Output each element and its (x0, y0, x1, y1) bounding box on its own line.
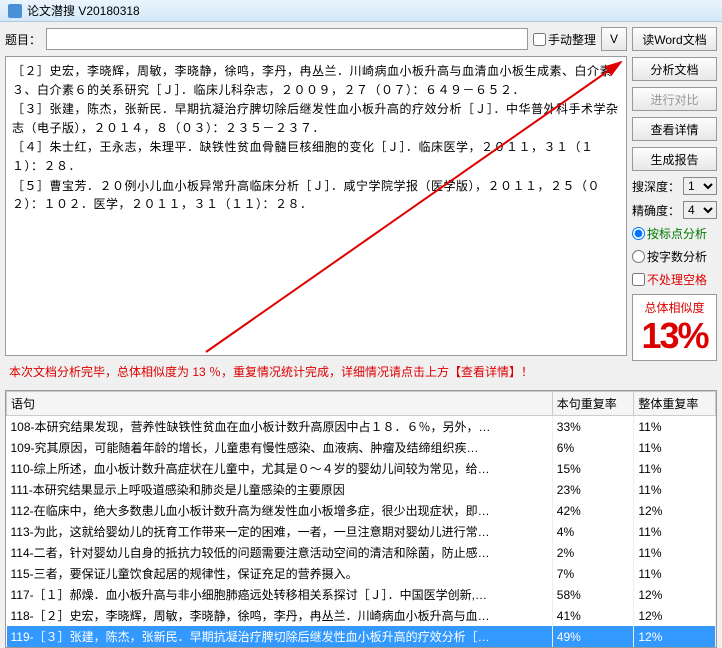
app-icon (8, 4, 22, 18)
cell-sentence: 119-［３］张建，陈杰，张新民．早期抗凝治疗脾切除后继发性血小板升高的疗效分析… (7, 626, 553, 647)
cell-rate1: 4% (552, 521, 634, 542)
table-row[interactable]: 108-本研究结果发现，营养性缺铁性贫血在血小板计数升高原因中占１８．６％，另外… (7, 416, 716, 438)
compare-button[interactable]: 进行对比 (632, 87, 717, 111)
col-rate2[interactable]: 整体重复率 (634, 392, 716, 416)
cell-rate1: 33% (552, 416, 634, 438)
status-message: 本次文档分析完毕，总体相似度为 13 ％，重复情况统计完成，详细情况请点击上方【… (5, 361, 627, 382)
ignore-space-label: 不处理空格 (647, 271, 707, 288)
read-word-button[interactable]: 读Word文档 (632, 27, 717, 51)
cell-rate1: 49% (552, 626, 634, 647)
cell-sentence: 110-综上所述，血小板计数升高症状在儿童中，尤其是０～４岁的婴幼儿间较为常见，… (7, 458, 553, 479)
cell-sentence: 111-本研究结果显示上呼吸道感染和肺炎是儿童感染的主要原因 (7, 479, 553, 500)
cell-rate2: 11% (634, 479, 716, 500)
table-row[interactable]: 118-［２］史宏，李晓辉，周敏，李晓静，徐鸣，李丹，冉丛兰．川崎病血小板升高与… (7, 605, 716, 626)
window-title: 论文潜搜 V20180318 (27, 2, 140, 19)
similarity-value: 13% (637, 316, 712, 356)
results-table: 语句 本句重复率 整体重复率 108-本研究结果发现，营养性缺铁性贫血在血小板计… (6, 391, 716, 647)
col-sentence[interactable]: 语句 (7, 392, 553, 416)
table-row[interactable]: 117-［１］郝燥．血小板升高与非小细胞肺癌远处转移相关系探讨［Ｊ］．中国医学创… (7, 584, 716, 605)
cell-rate2: 11% (634, 437, 716, 458)
cell-rate2: 11% (634, 563, 716, 584)
table-row[interactable]: 110-综上所述，血小板计数升高症状在儿童中，尤其是０～４岁的婴幼儿间较为常见，… (7, 458, 716, 479)
table-row[interactable]: 119-［３］张建，陈杰，张新民．早期抗凝治疗脾切除后继发性血小板升高的疗效分析… (7, 626, 716, 647)
col-rate1[interactable]: 本句重复率 (552, 392, 634, 416)
table-row[interactable]: 109-究其原因，可能随着年龄的增长，儿童患有慢性感染、血液病、肿瘤及结缔组织疾… (7, 437, 716, 458)
reference-line: ［３］张建，陈杰，张新民．早期抗凝治疗脾切除后继发性血小板升高的疗效分析［Ｊ］．… (12, 100, 620, 137)
cell-rate2: 11% (634, 416, 716, 438)
v-button[interactable]: V (601, 27, 627, 51)
table-row[interactable]: 111-本研究结果显示上呼吸道感染和肺炎是儿童感染的主要原因23%11% (7, 479, 716, 500)
by-punct-radio[interactable]: 按标点分析 (632, 225, 717, 242)
manual-sort-checkbox[interactable]: 手动整理 (533, 31, 596, 48)
reference-line: ［５］曹宝芳．２０例小儿血小板异常升高临床分析［Ｊ］．咸宁学院学报（医学版），２… (12, 177, 620, 214)
cell-sentence: 112-在临床中，绝大多数患儿血小板计数升高为继发性血小板增多症，很少出现症状，… (7, 500, 553, 521)
cell-rate2: 11% (634, 458, 716, 479)
report-button[interactable]: 生成报告 (632, 147, 717, 171)
cell-sentence: 118-［２］史宏，李晓辉，周敏，李晓静，徐鸣，李丹，冉丛兰．川崎病血小板升高与… (7, 605, 553, 626)
reference-line: ［２］史宏，李晓辉，周敏，李晓静，徐鸣，李丹，冉丛兰．川崎病血小板升高与血清血小… (12, 62, 620, 99)
cell-rate1: 58% (552, 584, 634, 605)
cell-rate2: 12% (634, 626, 716, 647)
by-punct-label: 按标点分析 (647, 225, 707, 242)
cell-sentence: 115-三者，要保证儿童饮食起居的规律性，保证充足的营养摄入。 (7, 563, 553, 584)
cell-sentence: 108-本研究结果发现，营养性缺铁性贫血在血小板计数升高原因中占１８．６％，另外… (7, 416, 553, 438)
cell-rate1: 42% (552, 500, 634, 521)
table-row[interactable]: 115-三者，要保证儿童饮食起居的规律性，保证充足的营养摄入。7%11% (7, 563, 716, 584)
cell-rate2: 11% (634, 542, 716, 563)
table-row[interactable]: 113-为此，这就给婴幼儿的抚育工作带来一定的困难，一者，一旦注意期对婴幼儿进行… (7, 521, 716, 542)
reference-line: ［４］朱士红，王永志，朱理平．缺铁性贫血骨髓巨核细胞的变化［Ｊ］．临床医学，２０… (12, 138, 620, 175)
cell-rate1: 7% (552, 563, 634, 584)
ignore-space-checkbox[interactable]: 不处理空格 (632, 271, 717, 288)
cell-sentence: 117-［１］郝燥．血小板升高与非小细胞肺癌远处转移相关系探讨［Ｊ］．中国医学创… (7, 584, 553, 605)
details-button[interactable]: 查看详情 (632, 117, 717, 141)
cell-sentence: 113-为此，这就给婴幼儿的抚育工作带来一定的困难，一者，一旦注意期对婴幼儿进行… (7, 521, 553, 542)
cell-rate2: 12% (634, 605, 716, 626)
cell-rate1: 15% (552, 458, 634, 479)
cell-rate2: 12% (634, 584, 716, 605)
manual-sort-label: 手动整理 (548, 31, 596, 48)
table-row[interactable]: 112-在临床中，绝大多数患儿血小板计数升高为继发性血小板增多症，很少出现症状，… (7, 500, 716, 521)
cell-sentence: 114-二者，针对婴幼儿自身的抵抗力较低的问题需要注意活动空间的清洁和除菌，防止… (7, 542, 553, 563)
table-row[interactable]: 114-二者，针对婴幼儿自身的抵抗力较低的问题需要注意活动空间的清洁和除菌，防止… (7, 542, 716, 563)
similarity-panel: 总体相似度 13% (632, 294, 717, 361)
topic-label: 题目： (5, 31, 41, 48)
accuracy-label: 精确度： (632, 202, 680, 219)
depth-label: 搜深度： (632, 178, 680, 195)
cell-rate1: 6% (552, 437, 634, 458)
by-count-label: 按字数分析 (647, 248, 707, 265)
cell-rate2: 11% (634, 521, 716, 542)
cell-rate2: 12% (634, 500, 716, 521)
analyze-button[interactable]: 分析文档 (632, 57, 717, 81)
cell-sentence: 109-究其原因，可能随着年龄的增长，儿童患有慢性感染、血液病、肿瘤及结缔组织疾… (7, 437, 553, 458)
cell-rate1: 23% (552, 479, 634, 500)
cell-rate1: 2% (552, 542, 634, 563)
depth-select[interactable]: 1 (683, 177, 717, 195)
similarity-label: 总体相似度 (637, 299, 712, 316)
cell-rate1: 41% (552, 605, 634, 626)
manual-sort-check[interactable] (533, 33, 546, 46)
topic-input[interactable] (46, 28, 528, 50)
accuracy-select[interactable]: 4 (683, 201, 717, 219)
reference-panel: ［２］史宏，李晓辉，周敏，李晓静，徐鸣，李丹，冉丛兰．川崎病血小板升高与血清血小… (5, 56, 627, 356)
by-count-radio[interactable]: 按字数分析 (632, 248, 717, 265)
